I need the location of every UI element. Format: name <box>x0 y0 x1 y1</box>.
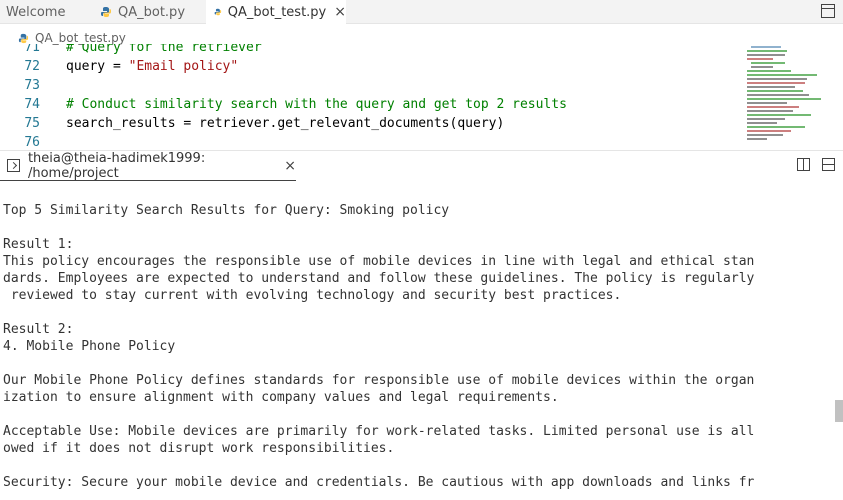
minimap-line <box>747 74 817 76</box>
breadcrumb-file[interactable]: QA_bot_test.py <box>35 31 126 45</box>
line-number: 75 <box>24 116 40 131</box>
tab-qa-bot-test[interactable]: QA_bot_test.py × <box>206 0 346 24</box>
code-text: search_results = retriever.get_relevant_… <box>66 114 504 133</box>
minimap-line <box>747 86 795 88</box>
toggle-panel-icon[interactable] <box>821 4 835 18</box>
minimap-line <box>747 78 807 80</box>
minimap[interactable] <box>745 44 835 148</box>
terminal-line: ization to ensure alignment with company… <box>3 390 559 405</box>
line-number: 74 <box>24 97 40 112</box>
minimap-line <box>747 126 805 128</box>
close-icon[interactable]: × <box>334 5 346 19</box>
code-token: search_results = retriever.get_relevant_… <box>66 116 505 131</box>
terminal-tab-label: theia@theia-hadimek1999: /home/project <box>27 150 206 181</box>
terminal-line: reviewed to stay current with evolving t… <box>3 288 622 303</box>
minimap-line <box>751 66 773 68</box>
terminal-line: This policy encourages the responsible u… <box>3 254 755 269</box>
line-number: 73 <box>24 78 40 93</box>
minimap-line <box>747 138 767 140</box>
code-text: # Query for the retriever <box>66 44 262 57</box>
minimap-line <box>747 106 799 108</box>
code-line[interactable]: 71 # Query for the retriever <box>0 44 740 57</box>
minimap-line <box>747 134 783 136</box>
code-token: # Conduct similarity search with the que… <box>66 97 567 112</box>
tab-qa-bot[interactable]: QA_bot.py <box>94 0 206 24</box>
minimap-line <box>747 58 773 60</box>
code-text: query = "Email policy" <box>66 57 238 76</box>
terminal-tab[interactable]: theia@theia-hadimek1999: /home/project × <box>0 151 296 181</box>
code-line[interactable]: 76 <box>0 133 740 148</box>
maximize-panel-icon[interactable] <box>822 158 835 171</box>
line-number: 76 <box>24 135 40 148</box>
tab-label: QA_bot_test.py <box>227 4 327 20</box>
editor-tab-bar: Welcome QA_bot.py QA_bot_test.py × <box>0 0 843 24</box>
minimap-line <box>747 122 777 124</box>
terminal-line: Result 2: <box>3 322 74 337</box>
code-line[interactable]: 74 # Conduct similarity search with the q… <box>0 95 740 114</box>
terminal-line: owed if it does not disrupt work respons… <box>3 441 395 456</box>
minimap-line <box>747 110 793 112</box>
minimap-line <box>747 102 787 104</box>
code-line[interactable]: 75 search_results = retriever.get_relevan… <box>0 114 740 133</box>
line-number: 71 <box>24 44 40 55</box>
code-token: # Query for the retriever <box>66 44 262 55</box>
python-icon <box>101 7 111 17</box>
minimap-line <box>751 62 785 64</box>
close-icon[interactable]: × <box>284 158 296 174</box>
terminal-line: Our Mobile Phone Policy defines standard… <box>3 373 755 388</box>
terminal-line: 4. Mobile Phone Policy <box>3 339 176 354</box>
tab-welcome[interactable]: Welcome <box>6 0 94 24</box>
minimap-line <box>747 70 791 72</box>
code-editor[interactable]: 71 # Query for the retriever 72 query = "Em… <box>0 44 740 148</box>
minimap-line <box>747 54 785 56</box>
code-text: # Conduct similarity search with the que… <box>66 95 567 114</box>
split-terminal-icon[interactable] <box>797 158 810 171</box>
terminal-output[interactable]: Top 5 Similarity Search Results for Quer… <box>3 202 839 500</box>
terminal-icon <box>7 159 20 172</box>
terminal-line: Security: Secure your mobile device and … <box>3 475 755 490</box>
tab-label: QA_bot.py <box>118 4 186 20</box>
terminal-header: theia@theia-hadimek1999: /home/project × <box>0 150 843 181</box>
code-token: "Email policy" <box>128 59 239 74</box>
tab-label: Welcome <box>6 4 66 20</box>
terminal-scrollbar[interactable] <box>835 400 843 422</box>
code-token: query = <box>66 59 129 74</box>
line-number: 72 <box>24 59 40 74</box>
minimap-line <box>747 50 787 52</box>
minimap-line <box>751 46 781 48</box>
code-line[interactable]: 73 <box>0 76 740 95</box>
python-icon <box>214 8 222 16</box>
minimap-line <box>747 94 809 96</box>
minimap-line <box>747 114 811 116</box>
code-line[interactable]: 72 query = "Email policy" <box>0 57 740 76</box>
minimap-line <box>747 82 805 84</box>
terminal-line: dards. Employees are expected to underst… <box>3 271 755 286</box>
terminal-line: Result 1: <box>3 237 74 252</box>
terminal-line: Top 5 Similarity Search Results for Quer… <box>3 203 450 218</box>
python-icon <box>18 33 29 43</box>
terminal-line: Acceptable Use: Mobile devices are prima… <box>3 424 755 439</box>
minimap-line <box>747 118 785 120</box>
minimap-line <box>747 90 803 92</box>
minimap-line <box>747 130 791 132</box>
minimap-line <box>747 98 821 100</box>
